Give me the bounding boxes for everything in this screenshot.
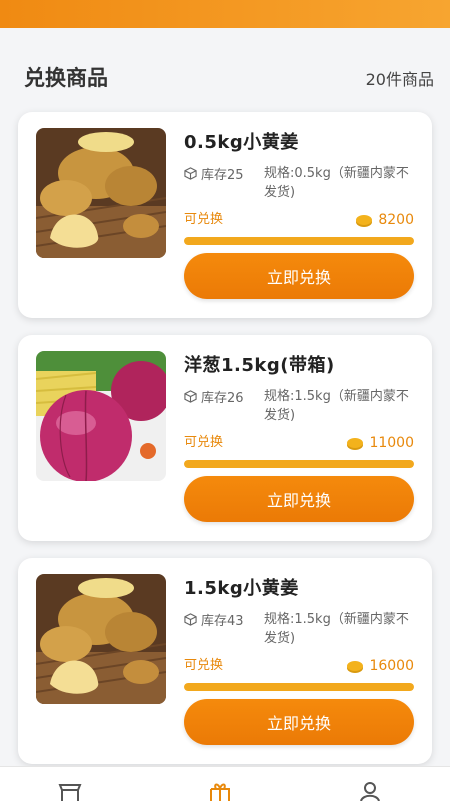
coin-icon <box>347 661 364 671</box>
redeem-button[interactable]: 立即兑换 <box>184 699 414 745</box>
product-card[interactable]: 0.5kg小黄姜 库存25 规格:0.5kg（新疆内蒙不发货) 可兑换 8200… <box>18 112 432 318</box>
stock-progress-bar <box>184 683 414 691</box>
stock-text: 库存43 <box>201 614 244 629</box>
user-icon[interactable] <box>357 781 383 801</box>
progress-fill <box>184 237 414 245</box>
progress-fill <box>184 460 414 468</box>
item-count: 20件商品 <box>365 70 434 89</box>
progress-fill <box>184 683 414 691</box>
redeem-button[interactable]: 立即兑换 <box>184 476 414 522</box>
price-value: 16000 <box>369 658 414 674</box>
coin-icon <box>347 438 364 448</box>
section-header: 兑换商品 20件商品 <box>0 28 450 112</box>
box-icon <box>184 167 197 180</box>
stock-text: 库存26 <box>201 391 244 406</box>
points-price: 16000 <box>347 658 414 674</box>
points-price: 11000 <box>347 435 414 451</box>
product-spec: 规格:1.5kg（新疆内蒙不发货) <box>264 389 409 423</box>
stock-progress-bar <box>184 460 414 468</box>
stock-text: 库存25 <box>201 168 244 183</box>
product-stock: 库存26 <box>184 387 244 406</box>
shop-icon[interactable] <box>57 781 83 801</box>
price-value: 8200 <box>378 212 414 228</box>
product-spec: 规格:1.5kg（新疆内蒙不发货) <box>264 612 409 646</box>
redeem-button[interactable]: 立即兑换 <box>184 253 414 299</box>
coin-icon <box>356 215 373 225</box>
status-bar <box>0 0 450 28</box>
gift-icon[interactable] <box>207 781 233 801</box>
product-name: 洋葱1.5kg(带箱) <box>184 355 335 376</box>
stock-progress-bar <box>184 237 414 245</box>
status-label: 可兑换 <box>184 435 224 450</box>
product-name: 0.5kg小黄姜 <box>184 132 299 153</box>
status-label: 可兑换 <box>184 212 224 227</box>
box-icon <box>184 390 197 403</box>
status-label: 可兑换 <box>184 658 224 673</box>
price-value: 11000 <box>369 435 414 451</box>
product-image-ginger <box>36 128 166 258</box>
product-stock: 库存43 <box>184 610 244 629</box>
points-price: 8200 <box>356 212 414 228</box>
product-name: 1.5kg小黄姜 <box>184 578 299 599</box>
product-spec: 规格:0.5kg（新疆内蒙不发货) <box>264 166 409 200</box>
product-image-onion <box>36 351 166 481</box>
bottom-tab-bar <box>0 766 450 801</box>
box-icon <box>184 613 197 626</box>
product-card[interactable]: 洋葱1.5kg(带箱) 库存26 规格:1.5kg（新疆内蒙不发货) 可兑换 1… <box>18 335 432 541</box>
product-image-ginger <box>36 574 166 704</box>
section-title: 兑换商品 <box>24 66 108 90</box>
product-stock: 库存25 <box>184 164 244 183</box>
product-card[interactable]: 1.5kg小黄姜 库存43 规格:1.5kg（新疆内蒙不发货) 可兑换 1600… <box>18 558 432 764</box>
